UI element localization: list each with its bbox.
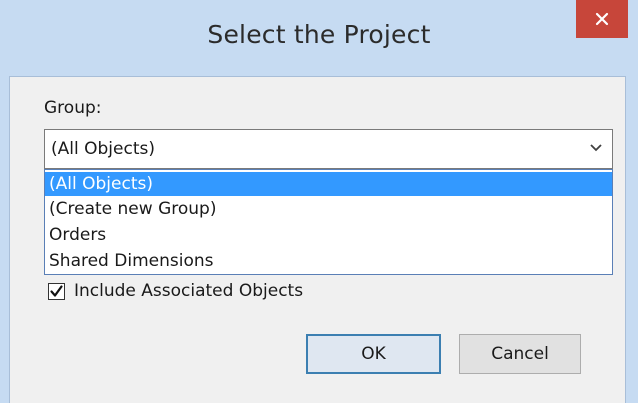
group-dropdown-list: (All Objects) (Create new Group) Orders …: [44, 169, 613, 275]
check-icon: [50, 285, 63, 297]
window-frame-left: [0, 76, 9, 403]
window-frame-right: [626, 76, 638, 403]
group-select-value: (All Objects): [51, 139, 155, 159]
include-associated-checkbox[interactable]: [48, 283, 65, 300]
cancel-button[interactable]: Cancel: [459, 334, 581, 374]
group-option[interactable]: Orders: [45, 223, 612, 247]
close-icon: [595, 12, 609, 26]
ok-button[interactable]: OK: [306, 334, 441, 374]
group-option[interactable]: Shared Dimensions: [45, 249, 612, 273]
group-option[interactable]: (All Objects): [45, 172, 612, 196]
close-button[interactable]: [576, 0, 628, 38]
group-select[interactable]: (All Objects): [44, 129, 613, 169]
dialog-title: Select the Project: [207, 20, 431, 49]
include-associated-label[interactable]: Include Associated Objects: [74, 281, 303, 301]
group-label: Group:: [44, 98, 102, 118]
chevron-down-icon: [590, 144, 602, 152]
select-project-dialog: Select the Project Group: (All Objects) …: [0, 0, 638, 403]
group-option[interactable]: (Create new Group): [45, 197, 612, 221]
title-bar: Select the Project: [0, 0, 638, 76]
